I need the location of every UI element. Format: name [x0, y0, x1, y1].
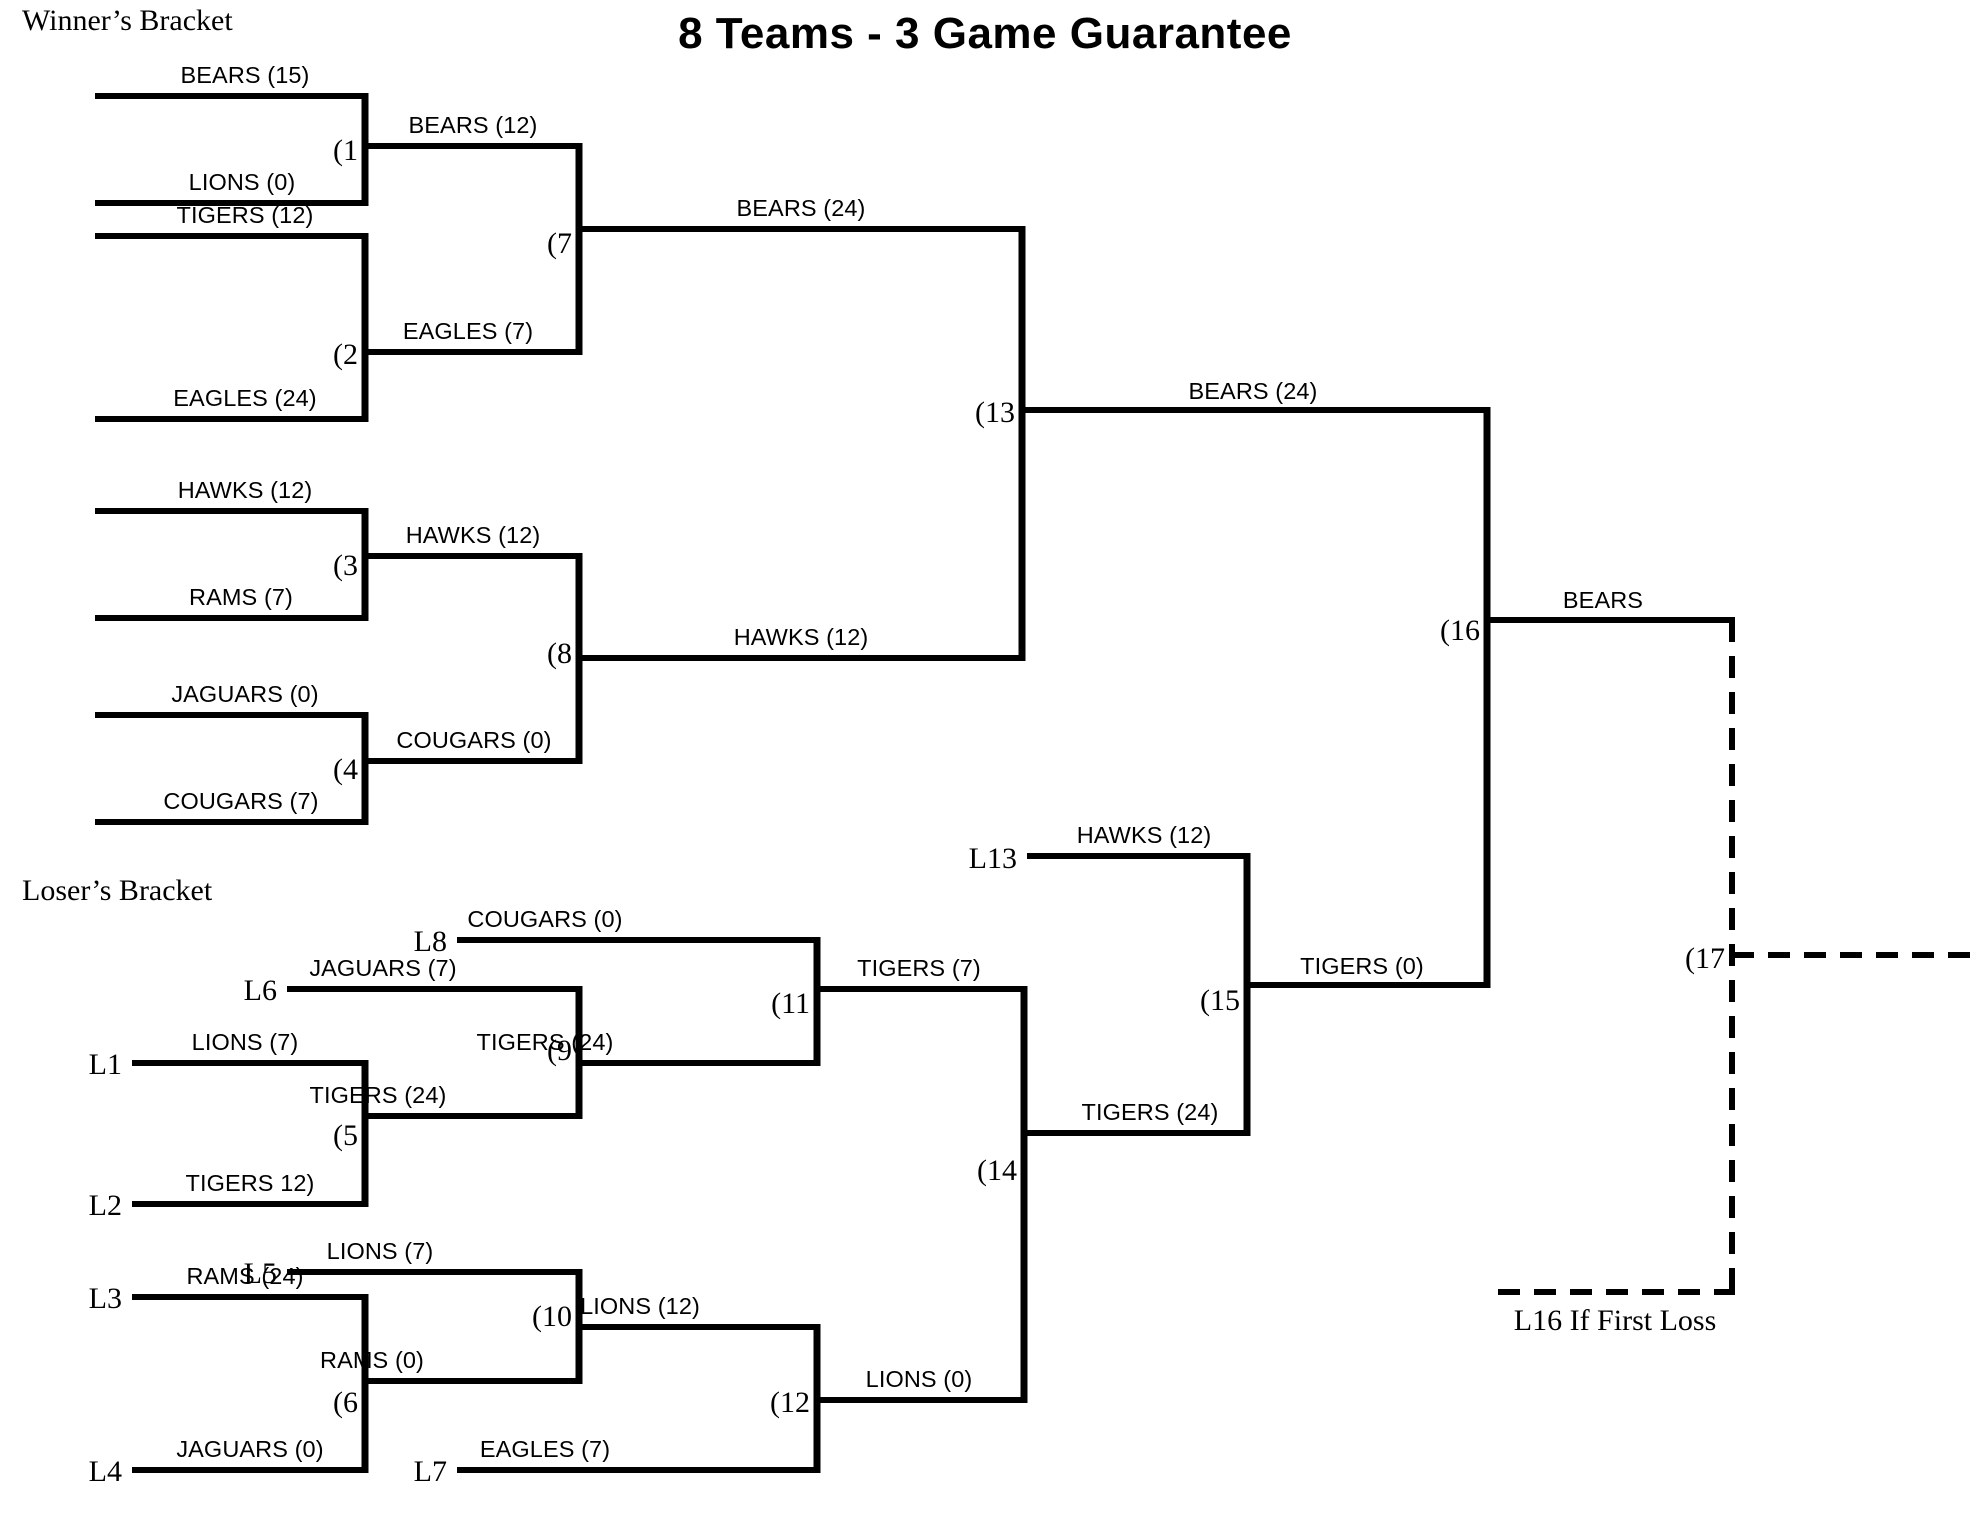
game-6-bottom-seed: L4: [89, 1455, 122, 1488]
game-10-top-team: LIONS (7): [327, 1238, 434, 1264]
game-5-bottom-team: TIGERS 12): [186, 1170, 315, 1196]
game-9-bottom-team: TIGERS (24): [310, 1082, 447, 1108]
game-16-winner-team: BEARS: [1563, 587, 1643, 613]
game-17-group: (17 L16 If First Loss: [1498, 620, 1975, 1337]
game-10-number: (10: [532, 1300, 572, 1333]
game-11-top-team: COUGARS (0): [467, 906, 622, 932]
game-4-number: (4: [333, 753, 358, 786]
game-15-number: (15: [1200, 984, 1240, 1017]
game-12-group: LIONS (12) EAGLES (7) L7 (12: [414, 1293, 821, 1488]
game-2-number: (2: [333, 338, 358, 371]
game-7-number: (7: [547, 227, 572, 260]
game-14-number: (14: [977, 1154, 1017, 1187]
game-5-top-team: LIONS (7): [192, 1029, 299, 1055]
winners-bracket-heading: Winner’s Bracket: [22, 4, 233, 37]
game-11-number: (11: [771, 987, 810, 1020]
game-16-number: (16: [1440, 614, 1480, 647]
game-16-top-team: BEARS (24): [1189, 378, 1318, 404]
game-3-top-team: HAWKS (12): [178, 477, 313, 503]
game-7-bottom-team: EAGLES (7): [403, 318, 533, 344]
game-6-number: (6: [333, 1386, 358, 1419]
game-15-group: HAWKS (12) TIGERS (24) L13 (15: [969, 822, 1251, 1136]
game-5-number: (5: [333, 1119, 358, 1152]
bracket-diagram: 8 Teams - 3 Game Guarantee Winner’s Brac…: [0, 0, 1980, 1530]
game-6-top-seed: L3: [89, 1282, 122, 1315]
game-16-group: BEARS (24) TIGERS (0) (16 BEARS: [1022, 378, 1735, 988]
game-7-group: BEARS (12) EAGLES (7) (7: [365, 112, 583, 355]
game-14-top-team: TIGERS (7): [857, 955, 981, 981]
game-10-top-seed: L5: [244, 1257, 277, 1290]
game-14-bottom-team: LIONS (0): [866, 1366, 973, 1392]
game-5-group: LIONS (7) TIGERS 12) L1 L2 (5: [89, 1029, 369, 1222]
game-11-bottom-team: TIGERS (24): [477, 1029, 614, 1055]
game-2-group: TIGERS (12) EAGLES (24) (2: [95, 202, 369, 422]
game-17-bottom-label: L16 If First Loss: [1514, 1304, 1717, 1337]
game-10-bottom-team: RAMS (0): [320, 1347, 424, 1373]
game-6-bottom-team: JAGUARS (0): [176, 1436, 323, 1462]
game-4-top-team: JAGUARS (0): [171, 681, 318, 707]
game-3-group: HAWKS (12) RAMS (7) (3: [95, 477, 369, 621]
game-8-number: (8: [547, 637, 572, 670]
game-14-group: TIGERS (7) LIONS (0) (14: [817, 955, 1028, 1403]
game-13-bottom-team: HAWKS (12): [734, 624, 869, 650]
game-12-bottom-team: EAGLES (7): [480, 1436, 610, 1462]
game-12-top-team: LIONS (12): [580, 1293, 700, 1319]
losers-bracket-heading: Loser’s Bracket: [22, 874, 213, 907]
game-8-group: HAWKS (12) COUGARS (0) (8: [365, 522, 583, 764]
game-17-number: (17: [1685, 942, 1725, 975]
game-11-top-seed: L8: [414, 925, 447, 958]
game-12-bottom-seed: L7: [414, 1455, 447, 1488]
game-10-group: LIONS (7) RAMS (0) L5 (10: [244, 1238, 583, 1384]
game-2-bottom-team: EAGLES (24): [173, 385, 316, 411]
game-15-top-seed: L13: [969, 842, 1017, 875]
game-8-bottom-team: COUGARS (0): [396, 727, 551, 753]
game-4-group: JAGUARS (0) COUGARS (7) (4: [95, 681, 369, 825]
game-3-number: (3: [333, 549, 358, 582]
game-1-bottom-team: LIONS (0): [189, 169, 296, 195]
game-12-number: (12: [770, 1386, 810, 1419]
bracket-canvas: 8 Teams - 3 Game Guarantee Winner’s Brac…: [22, 4, 1975, 1488]
game-15-top-team: HAWKS (12): [1077, 822, 1212, 848]
game-1-number: (1: [333, 134, 358, 167]
game-2-top-team: TIGERS (12): [177, 202, 314, 228]
page-title: 8 Teams - 3 Game Guarantee: [678, 9, 1292, 58]
game-4-bottom-team: COUGARS (7): [163, 788, 318, 814]
game-13-group: BEARS (24) HAWKS (12) (13: [579, 195, 1026, 661]
game-9-top-seed: L6: [244, 974, 277, 1007]
game-6-group: RAMS (24) JAGUARS (0) L3 L4 (6: [89, 1263, 369, 1488]
game-1-top-team: BEARS (15): [181, 62, 310, 88]
game-5-bottom-seed: L2: [89, 1189, 122, 1222]
game-8-top-team: HAWKS (12): [406, 522, 541, 548]
game-7-top-team: BEARS (12): [409, 112, 538, 138]
game-15-bottom-team: TIGERS (24): [1082, 1099, 1219, 1125]
game-13-top-team: BEARS (24): [737, 195, 866, 221]
game-13-number: (13: [975, 396, 1015, 429]
game-16-bottom-team: TIGERS (0): [1300, 953, 1424, 979]
game-3-bottom-team: RAMS (7): [189, 584, 293, 610]
game-1-group: BEARS (15) LIONS (0) (1: [95, 62, 369, 206]
game-5-top-seed: L1: [89, 1048, 122, 1081]
game-9-top-team: JAGUARS (7): [309, 955, 456, 981]
